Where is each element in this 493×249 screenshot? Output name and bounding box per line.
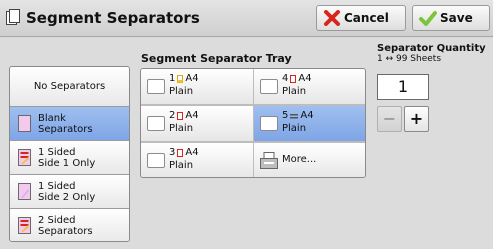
type-label: No Separators [33, 81, 106, 92]
two-sided-print-icon [18, 217, 31, 234]
tray-checkbox [260, 116, 278, 131]
tray-info: 2 A4 [169, 110, 199, 121]
tray-grid: 1 A4 Plain 4 A4 Plain 2 A4 Plain 5 A4 Pl… [140, 68, 366, 178]
paper-color-icon [177, 148, 184, 157]
tray-section-label: Segment Separator Tray [141, 52, 292, 65]
tray-number: 4 [282, 73, 289, 84]
quantity-range: 1 ↔ 99 Sheets [377, 54, 442, 64]
tray-2-button[interactable]: 2 A4 Plain [141, 106, 253, 141]
bypass-tray-icon [290, 113, 299, 118]
paper-color-icon [290, 74, 297, 83]
tray-size: A4 [300, 110, 314, 121]
separator-type-list: No Separators Blank Separators 1 Sided S… [9, 66, 130, 242]
side1-only-button[interactable]: 1 Sided Side 1 Only [10, 141, 129, 175]
tray-checkbox [260, 79, 278, 94]
type-label: 1 Sided Side 1 Only [38, 147, 96, 169]
type-label: 1 Sided Side 2 Only [38, 181, 96, 203]
tray-number: 3 [169, 147, 176, 158]
paper-color-icon [177, 111, 184, 120]
blank-separators-button[interactable]: Blank Separators [10, 107, 129, 141]
tray-3-button[interactable]: 3 A4 Plain [141, 143, 253, 177]
tray-type: Plain [169, 123, 194, 134]
tray-info: 1 A4 [169, 73, 199, 84]
tray-number: 2 [169, 110, 176, 121]
tray-number: 1 [169, 73, 176, 84]
page-title: Segment Separators [26, 9, 200, 27]
tray-checkbox [147, 116, 165, 131]
document-icon [6, 9, 20, 25]
tray-5-button[interactable]: 5 A4 Plain [254, 106, 365, 141]
tray-info: 5 A4 [282, 110, 314, 121]
type-label: Blank Separators [38, 113, 93, 135]
tray-1-button[interactable]: 1 A4 Plain [141, 69, 253, 104]
side2-only-button[interactable]: 1 Sided Side 2 Only [10, 175, 129, 209]
tray-info: 4 A4 [282, 73, 312, 84]
no-separators-button[interactable]: No Separators [10, 67, 129, 107]
checkmark-icon [419, 11, 437, 26]
tray-type: Plain [169, 160, 194, 171]
side1-print-icon [18, 149, 31, 166]
more-label: More... [282, 154, 317, 165]
save-label: Save [440, 11, 473, 25]
close-icon [324, 10, 340, 26]
tray-number: 5 [282, 110, 289, 121]
tray-size: A4 [185, 73, 199, 84]
tray-4-button[interactable]: 4 A4 Plain [254, 69, 365, 104]
two-sided-separators-button[interactable]: 2 Sided Separators [10, 209, 129, 241]
content-area: No Separators Blank Separators 1 Sided S… [0, 38, 493, 249]
blank-page-icon [18, 115, 31, 132]
tray-size: A4 [298, 73, 312, 84]
quantity-field[interactable]: 1 [377, 74, 429, 100]
tray-info: 3 A4 [169, 147, 199, 158]
tray-type: Plain [282, 123, 307, 134]
save-button[interactable]: Save [412, 5, 490, 31]
paper-tray-icon [260, 152, 278, 169]
cancel-label: Cancel [344, 11, 389, 25]
decrement-button[interactable]: − [377, 106, 402, 132]
paper-color-icon [177, 74, 184, 83]
tray-checkbox [147, 79, 165, 94]
increment-button[interactable]: + [404, 106, 429, 132]
cancel-button[interactable]: Cancel [316, 5, 406, 31]
quantity-label: Separator Quantity [377, 43, 486, 54]
tray-size: A4 [185, 110, 199, 121]
tray-size: A4 [185, 147, 199, 158]
tray-checkbox [147, 153, 165, 168]
tray-type: Plain [282, 86, 307, 97]
more-trays-button[interactable]: More... [254, 143, 365, 177]
title-bar: Segment Separators Cancel Save [0, 0, 493, 37]
type-label: 2 Sided Separators [38, 215, 93, 237]
tray-type: Plain [169, 86, 194, 97]
side2-print-icon [18, 183, 31, 200]
